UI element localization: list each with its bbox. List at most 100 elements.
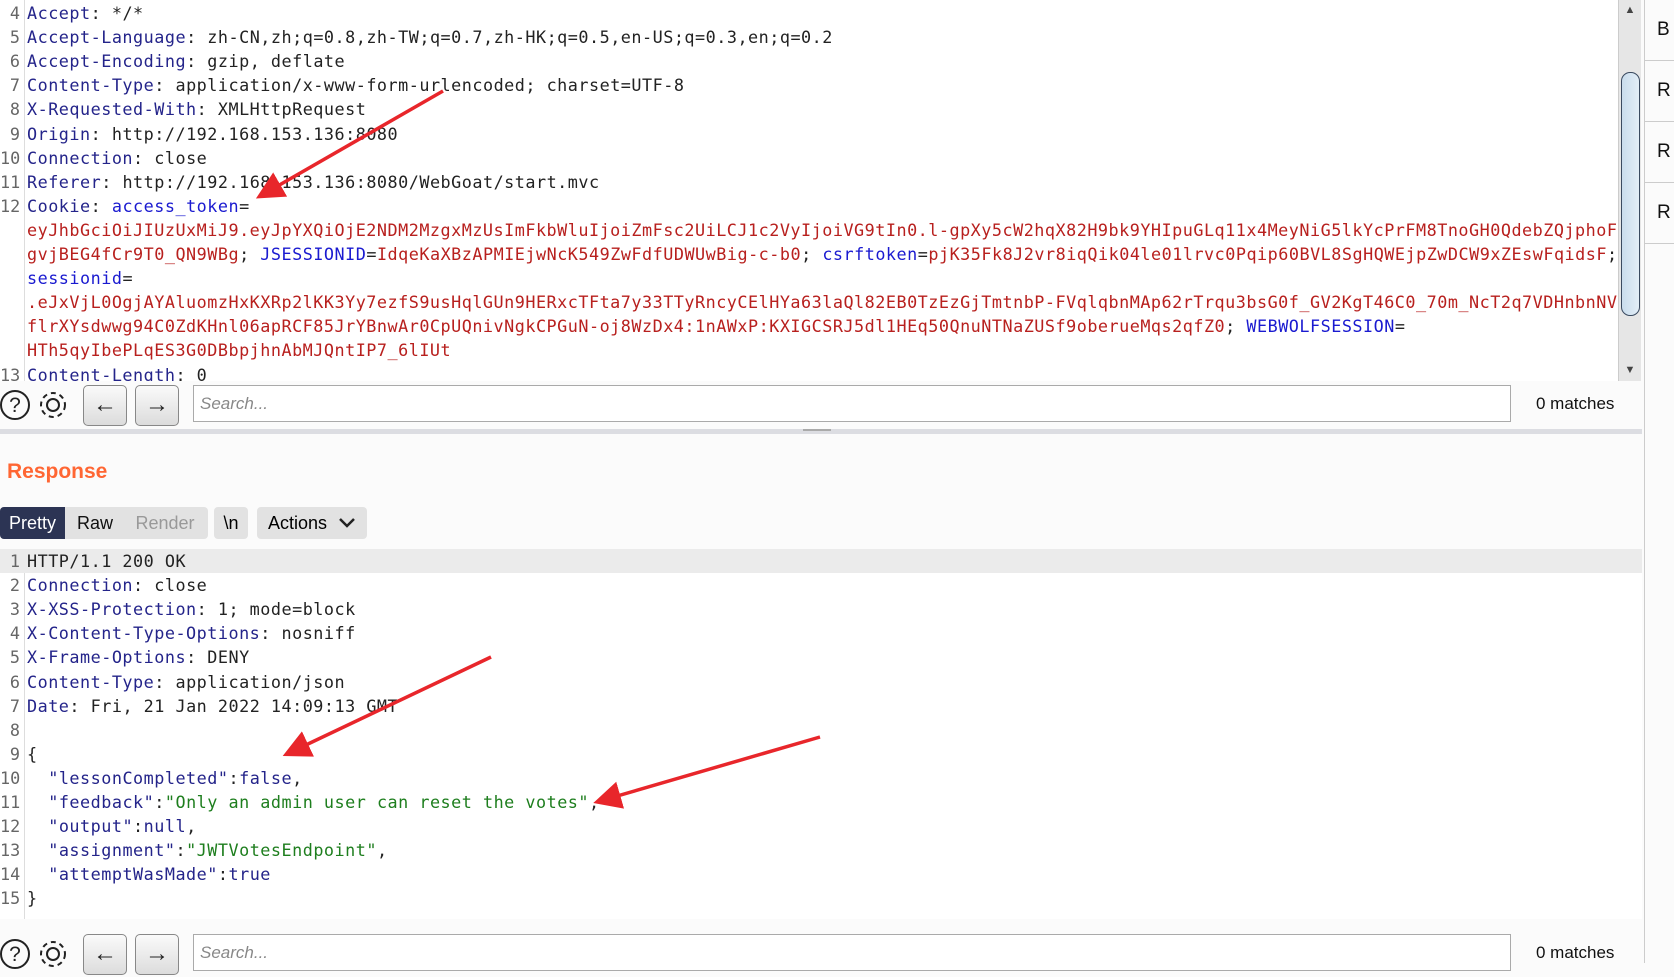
- code-line: 6 Accept-Encoding: gzip, deflate: [0, 49, 1618, 73]
- side-tab[interactable]: R: [1645, 183, 1674, 244]
- code-line: 11 Referer: http://192.168.153.136:8080/W…: [0, 170, 1618, 194]
- punctuation: ,: [292, 767, 303, 788]
- request-editor[interactable]: 4 Accept: */* 5 Accept-Language: zh-CN,zh;q…: [0, 0, 1618, 381]
- actions-dropdown[interactable]: Actions: [257, 507, 367, 539]
- line-number: 7: [9, 695, 20, 716]
- punctuation: :: [228, 767, 240, 788]
- code-line: 4 Accept: */*: [0, 1, 1618, 25]
- tab-pretty[interactable]: Pretty: [0, 507, 65, 539]
- header-name: Referer: [27, 171, 102, 192]
- newline-toggle-button[interactable]: \n: [214, 507, 248, 539]
- punctuation: :: [175, 840, 187, 861]
- search-input[interactable]: Search...: [193, 934, 1511, 971]
- punctuation: =: [122, 268, 134, 289]
- punctuation: :: [186, 27, 208, 48]
- line-number: 2: [9, 575, 20, 596]
- code-line: 4 X-Content-Type-Options: nosniff: [0, 621, 1642, 645]
- view-tabs: Pretty Raw Render: [0, 507, 208, 539]
- previous-match-button[interactable]: ←: [83, 385, 127, 426]
- gear-icon[interactable]: [36, 388, 70, 422]
- header-name: Connection: [27, 147, 134, 168]
- code-line: 6 Content-Type: application/json: [0, 670, 1642, 694]
- search-input[interactable]: Search...: [193, 385, 1511, 422]
- next-match-button[interactable]: →: [135, 934, 179, 975]
- line-number: 15: [0, 888, 21, 909]
- side-tab[interactable]: B: [1645, 0, 1674, 61]
- help-icon[interactable]: ?: [0, 937, 34, 971]
- cookie-name: access_token: [111, 195, 240, 216]
- punctuation: ;: [1606, 244, 1618, 264]
- header-name: Accept-Language: [27, 27, 187, 48]
- cookie-name: sessionid: [27, 268, 123, 289]
- header-name: X-Requested-With: [27, 99, 197, 120]
- line-number: 3: [9, 599, 20, 620]
- header-value: application/json: [175, 671, 346, 692]
- tab-render[interactable]: Render: [125, 507, 205, 539]
- header-name: Accept: [27, 3, 91, 23]
- cookie-name: JSESSIONID: [260, 244, 367, 264]
- request-scrollbar[interactable]: ▲ ▼: [1618, 0, 1641, 381]
- line-number: 13: [0, 364, 21, 382]
- code-line: 14 "attemptWasMade":true: [0, 862, 1642, 886]
- code-line: 13 Content-Length: 0: [0, 363, 1618, 382]
- line-number: 6: [9, 51, 20, 72]
- tab-raw[interactable]: Raw: [65, 507, 125, 539]
- response-editor[interactable]: 1 HTTP/1.1 200 OK 2 Connection: close 3 X-XSS…: [0, 549, 1642, 919]
- header-value: */*: [111, 3, 144, 23]
- header-name: Accept-Encoding: [27, 51, 187, 72]
- json-key: "feedback": [48, 792, 155, 812]
- code-line: 9 Origin: http://192.168.153.136:8080: [0, 122, 1618, 146]
- scrollbar-thumb[interactable]: [1621, 72, 1640, 316]
- punctuation: :: [90, 3, 112, 23]
- punctuation: ;: [801, 244, 823, 264]
- next-match-button[interactable]: →: [135, 385, 179, 426]
- code-line: 13 "assignment":"JWTVotesEndpoint",: [0, 838, 1642, 862]
- line-number: 11: [0, 792, 21, 812]
- punctuation: :: [154, 792, 165, 812]
- punctuation: :: [69, 695, 91, 716]
- punctuation: [27, 816, 48, 836]
- punctuation: ;: [239, 244, 261, 264]
- line-number: 12: [0, 816, 21, 837]
- cookie-name: WEBWOLFSESSION: [1246, 316, 1395, 337]
- code-line: 12 Cookie: access_token=: [0, 194, 1618, 218]
- line-number: 5: [9, 27, 20, 48]
- help-icon[interactable]: ?: [0, 388, 34, 422]
- side-tab[interactable]: R: [1645, 122, 1674, 183]
- punctuation: :: [133, 147, 155, 168]
- punctuation: ,: [186, 816, 197, 837]
- json-string: "Only an admin user can reset the votes": [164, 792, 590, 812]
- punctuation: :: [196, 99, 218, 120]
- punctuation: ;: [1225, 316, 1247, 337]
- code-line: 2 Connection: close: [0, 573, 1642, 597]
- punctuation: :: [154, 75, 176, 96]
- punctuation: :: [196, 599, 218, 620]
- previous-match-button[interactable]: ←: [83, 934, 127, 975]
- punctuation: [27, 864, 48, 884]
- code-line: 11 "feedback":"Only an admin user can re…: [0, 790, 1642, 814]
- scroll-up-icon[interactable]: ▲: [1619, 0, 1641, 20]
- code-line: 1 HTTP/1.1 200 OK: [0, 549, 1642, 573]
- punctuation: :: [217, 864, 229, 885]
- code-line: 10 Connection: close: [0, 146, 1618, 170]
- punctuation: =: [917, 244, 929, 264]
- punctuation: =: [1394, 316, 1406, 337]
- json-key: "output": [48, 816, 134, 837]
- right-side-panel: B R R R: [1644, 0, 1674, 963]
- line-number: 10: [0, 147, 21, 168]
- line-number: 13: [0, 840, 21, 861]
- line-number: 5: [9, 647, 20, 668]
- gear-icon[interactable]: [36, 937, 70, 971]
- json-string: "JWTVotesEndpoint": [186, 840, 377, 861]
- json-key: "assignment": [48, 840, 176, 861]
- scroll-down-icon[interactable]: ▼: [1619, 360, 1641, 380]
- header-value: gzip, deflate: [207, 51, 346, 72]
- header-value: http://192.168.153.136:8080/WebGoat/star…: [122, 171, 600, 192]
- divider-grip[interactable]: [803, 429, 831, 431]
- chevron-down-icon: [339, 518, 355, 528]
- code-line: .eJxVjL0OgjAYAluomzHxKXRp2lKK3Yy7ezfS9us…: [0, 290, 1618, 314]
- side-tab[interactable]: R: [1645, 61, 1674, 122]
- cookie-value: eyJhbGciOiJIUzUxMiJ9.eyJpYXQiOjE2NDM2Mzg…: [27, 219, 1618, 240]
- punctuation: :: [90, 123, 112, 144]
- split-pane-divider[interactable]: [0, 429, 1642, 434]
